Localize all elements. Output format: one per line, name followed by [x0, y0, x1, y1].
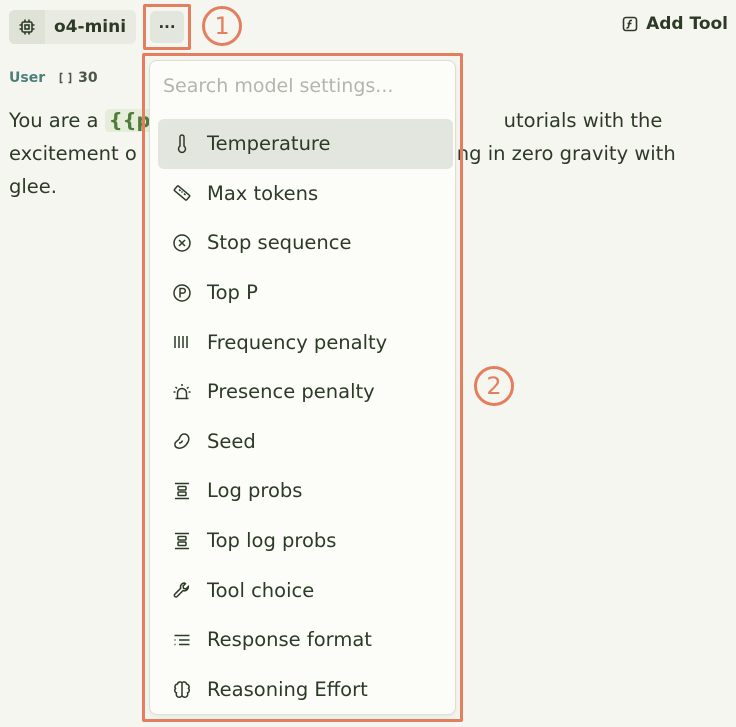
- search-settings-input[interactable]: [150, 61, 455, 111]
- model-settings-dropdown: Temperature Max tokens Stop sequenc: [149, 60, 456, 715]
- p-circle-icon: [172, 283, 192, 303]
- menu-item-label: Response format: [207, 628, 372, 652]
- menu-item-stop-sequence[interactable]: Stop sequence: [158, 218, 453, 268]
- message-fragment: You are a: [9, 109, 105, 132]
- add-tool-label: Add Tool: [646, 14, 728, 34]
- model-selector[interactable]: o4-mini: [9, 10, 136, 44]
- brackets-icon: [59, 72, 72, 84]
- menu-item-log-probs[interactable]: Log probs: [158, 466, 453, 516]
- bean-icon: [172, 431, 192, 451]
- message-fragment: glee.: [9, 175, 57, 198]
- menu-item-label: Presence penalty: [207, 380, 375, 404]
- list-indent-icon: [172, 630, 192, 650]
- menu-item-label: Tool choice: [207, 578, 315, 602]
- token-count-value: 30: [78, 70, 98, 86]
- x-circle-icon: [172, 233, 192, 253]
- menu-item-label: Frequency penalty: [207, 330, 388, 354]
- menu-item-tool-choice[interactable]: Tool choice: [158, 565, 453, 615]
- token-count: 30: [59, 70, 98, 86]
- message-header: User 30: [9, 70, 98, 86]
- more-options-button[interactable]: ···: [150, 11, 184, 43]
- menu-item-top-p[interactable]: Top P: [158, 268, 453, 318]
- callout-1: 1: [202, 6, 242, 46]
- menu-item-top-log-probs[interactable]: Top log probs: [158, 516, 453, 566]
- align-center-icon: [172, 531, 192, 551]
- menu-item-reasoning-effort[interactable]: Reasoning Effort: [158, 665, 453, 715]
- function-icon: [622, 16, 638, 32]
- wrench-icon: [172, 580, 192, 600]
- align-center-icon: [172, 481, 192, 501]
- menu-item-label: Reasoning Effort: [207, 677, 368, 701]
- menu-item-label: Top P: [207, 281, 258, 305]
- dropdown-highlight: Temperature Max tokens Stop sequenc: [142, 53, 463, 722]
- menu-item-max-tokens[interactable]: Max tokens: [158, 169, 453, 219]
- menu-item-label: Temperature: [207, 132, 331, 156]
- brain-icon: [172, 679, 192, 699]
- add-tool-button[interactable]: Add Tool: [622, 14, 728, 34]
- menu-item-frequency-penalty[interactable]: Frequency penalty: [158, 317, 453, 367]
- settings-menu: Temperature Max tokens Stop sequence Top…: [158, 119, 453, 714]
- menu-item-label: Seed: [207, 429, 256, 453]
- siren-icon: [172, 382, 192, 402]
- menu-item-seed[interactable]: Seed: [158, 417, 453, 467]
- menu-item-label: Max tokens: [207, 181, 319, 205]
- model-name: o4-mini: [54, 17, 127, 37]
- menu-item-presence-penalty[interactable]: Presence penalty: [158, 367, 453, 417]
- thermometer-icon: [172, 134, 192, 154]
- message-fragment: ng in zero gravity with: [456, 142, 676, 165]
- menu-item-temperature[interactable]: Temperature: [158, 119, 453, 169]
- bars-icon: [172, 332, 192, 352]
- more-button-highlight: ···: [143, 4, 191, 50]
- ruler-icon: [172, 183, 192, 203]
- role-label[interactable]: User: [9, 70, 45, 86]
- menu-item-label: Top log probs: [207, 529, 337, 553]
- menu-item-label: Log probs: [207, 479, 303, 503]
- menu-item-response-format[interactable]: Response format: [158, 615, 453, 665]
- message-fragment: utorials with the: [503, 109, 663, 132]
- menu-item-label: Stop sequence: [207, 231, 352, 255]
- chip-icon: [9, 10, 45, 44]
- message-fragment: excitement o: [9, 142, 137, 165]
- callout-2: 2: [474, 366, 514, 406]
